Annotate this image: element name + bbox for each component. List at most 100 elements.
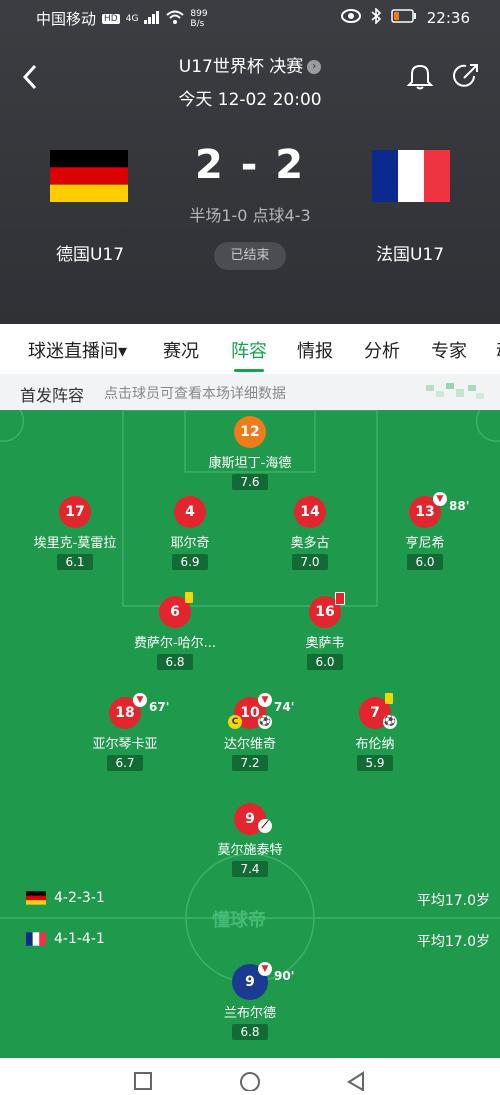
player-number: 16 <box>309 592 345 628</box>
player-rating: 6.7 <box>107 755 143 771</box>
goal-ball-icon: ⚽ <box>383 715 397 729</box>
player-constantin-heide[interactable]: 12 康斯坦丁-海德 7.6 <box>190 416 310 490</box>
home-formation: 4-2-3-1 <box>26 890 105 906</box>
player-number-text: 18 <box>115 705 135 721</box>
player-number: 9 ⟋ <box>234 803 272 835</box>
score: 2 - 2 <box>194 142 306 188</box>
back-nav-icon[interactable] <box>346 1071 366 1095</box>
player-name: 布伦纳 <box>355 737 395 752</box>
substitution-out-icon: ▼ <box>133 693 147 707</box>
player-eric-moreira[interactable]: 17 埃里克-莫雷拉 6.1 <box>15 496 135 570</box>
player-yarcinkaya[interactable]: 18 ▼ 67' 亚尔琴卡亚 6.7 <box>65 693 185 771</box>
player-rating: 7.6 <box>232 474 268 490</box>
player-name: 奥萨韦 <box>305 636 345 651</box>
tab-match-status[interactable]: 赛况 <box>163 337 199 363</box>
player-rating: 6.8 <box>232 1024 268 1040</box>
substitution-out-icon: ▼ <box>258 962 272 976</box>
yellow-card-icon <box>185 592 193 603</box>
player-number-text: 13 <box>415 504 435 520</box>
net-speed-unit: B/s <box>190 18 205 29</box>
player-name: 亨尼希 <box>405 536 445 551</box>
signal-icon <box>144 10 160 28</box>
wifi-icon <box>166 10 185 28</box>
red-yellow-card-icon <box>335 592 345 605</box>
tab-bar: 球迷直播间▾ 赛况 阵容 情报 分析 专家 动 <box>0 324 500 374</box>
home-formation-label: 4-2-3-1 <box>54 890 105 906</box>
player-faisal-harchaoui[interactable]: 6 费萨尔-哈尔... 6.8 <box>115 592 235 670</box>
sub-time: 67' <box>149 700 170 714</box>
player-name: 埃里克-莫雷拉 <box>33 536 117 551</box>
player-odogu[interactable]: 14 奥多古 7.0 <box>250 496 370 570</box>
match-status-badge: 已结束 <box>214 242 286 270</box>
player-number: 14 <box>294 496 326 528</box>
france-flag-icon <box>26 932 46 946</box>
sub-time: 88' <box>449 499 470 513</box>
player-lambourde[interactable]: 9 ▼ 90' 兰布尔德 6.8 <box>190 962 310 1040</box>
player-moerstedt[interactable]: 9 ⟋ 莫尔施泰特 7.4 <box>190 803 310 877</box>
player-name: 奥多古 <box>290 536 330 551</box>
lineup-hint: 点击球员可查看本场详细数据 <box>104 386 286 402</box>
tab-experts[interactable]: 专家 <box>431 337 467 363</box>
eye-icon <box>340 9 361 27</box>
player-rating: 6.1 <box>57 554 93 570</box>
battery-icon <box>391 9 417 27</box>
player-number-text: 16 <box>315 604 335 620</box>
player-name: 费萨尔-哈尔... <box>133 636 217 651</box>
share-icon[interactable] <box>452 62 480 90</box>
player-name: 莫尔施泰特 <box>217 843 283 858</box>
player-rating: 7.4 <box>232 861 268 877</box>
player-name: 达尔维奇 <box>223 737 276 752</box>
player-rating: 7.2 <box>232 755 268 771</box>
tab-intel[interactable]: 情报 <box>297 337 333 363</box>
player-brunner[interactable]: 7 ⚽ 布伦纳 5.9 <box>315 693 435 771</box>
sub-time: 74' <box>274 700 295 714</box>
tab-analysis[interactable]: 分析 <box>364 337 400 363</box>
player-number: 9 ▼ 90' <box>234 962 294 998</box>
goal-ball-icon: ⚽ <box>258 715 272 729</box>
home-icon[interactable] <box>239 1071 261 1095</box>
active-tab-indicator <box>234 369 264 372</box>
carrier-label: 中国移动 <box>36 10 97 28</box>
germany-flag-icon <box>26 891 46 905</box>
away-formation-label: 4-1-4-1 <box>54 931 105 947</box>
away-team-name[interactable]: 法国U17 <box>350 240 470 265</box>
network-type: 4G <box>125 13 139 24</box>
player-number: 17 <box>59 496 91 528</box>
player-rating: 6.0 <box>307 654 343 670</box>
player-name: 亚尔琴卡亚 <box>92 737 158 752</box>
net-speed: 899 B/s <box>190 9 207 29</box>
player-number-text: 6 <box>170 604 180 620</box>
tab-lineup[interactable]: 阵容 <box>231 337 267 363</box>
player-rating: 6.8 <box>157 654 193 670</box>
recent-apps-icon[interactable] <box>134 1072 152 1094</box>
player-number: 4 <box>174 496 206 528</box>
player-rating: 7.0 <box>292 554 328 570</box>
player-rating: 6.9 <box>172 554 208 570</box>
qr-code-icon[interactable] <box>426 383 486 405</box>
sub-time: 90' <box>274 969 295 983</box>
substitution-out-icon: ▼ <box>433 492 447 506</box>
player-osawe[interactable]: 16 奥萨韦 6.0 <box>265 592 385 670</box>
player-hennig[interactable]: 13 ▼ 88' 亨尼希 6.0 <box>365 492 485 570</box>
player-number: 13 ▼ 88' <box>409 492 469 528</box>
clock: 22:36 <box>426 9 470 27</box>
watermark: 懂球帝 <box>212 910 266 931</box>
tab-fan-live[interactable]: 球迷直播间▾ <box>28 337 127 363</box>
lineup-header: 首发阵容 点击球员可查看本场详细数据 <box>0 374 500 410</box>
player-number: 18 ▼ 67' <box>109 693 169 729</box>
bell-icon[interactable] <box>406 62 434 90</box>
player-number: 6 <box>159 592 193 628</box>
home-team-name[interactable]: 德国U17 <box>30 240 150 265</box>
player-rating: 5.9 <box>357 755 393 771</box>
player-name: 兰布尔德 <box>223 1006 276 1021</box>
player-yerci[interactable]: 4 耶尔奇 6.9 <box>130 496 250 570</box>
status-bar: 中国移动 HD 4G 899 B/s 22:36 <box>0 0 500 34</box>
player-number-text: 10 <box>240 705 260 721</box>
away-formation: 4-1-4-1 <box>26 931 105 947</box>
tab-more[interactable]: 动 <box>496 337 500 363</box>
chevron-right-icon: › <box>307 60 322 74</box>
home-avg-age: 平均17.0岁 <box>416 893 490 909</box>
system-nav-bar <box>0 1058 500 1092</box>
lineup-title: 首发阵容 <box>20 386 85 405</box>
player-darvich[interactable]: 10 ▼ 74' C ⚽ 达尔维奇 7.2 <box>190 693 310 771</box>
